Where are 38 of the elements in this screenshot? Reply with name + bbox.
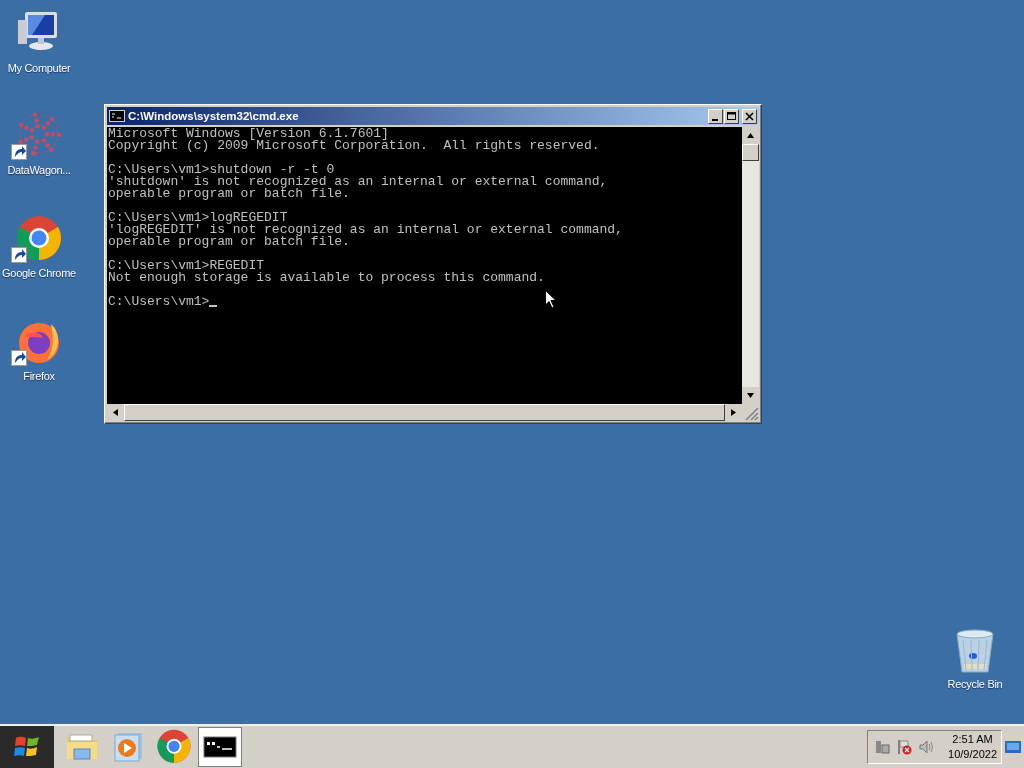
desktop-icon-label[interactable]: Firefox bbox=[23, 370, 55, 382]
clock[interactable]: 2:51 AM 10/9/2022 bbox=[948, 732, 997, 762]
desktop-icon-label[interactable]: My Computer bbox=[7, 62, 71, 74]
console-line: C:\Users\vm1> bbox=[108, 296, 210, 308]
console-line: 'logREGEDIT' is not recognized as an internal or external command, bbox=[108, 224, 623, 236]
console-line: operable program or batch file. bbox=[108, 236, 350, 248]
console-icon bbox=[109, 110, 125, 122]
chrome-icon bbox=[156, 729, 192, 765]
console-line: 'shutdown' is not recognized as an internal or external command, bbox=[108, 176, 608, 188]
vertical-scrollbar[interactable] bbox=[742, 127, 759, 404]
console-line: C:\Users\vm1>REGEDIT bbox=[108, 260, 265, 272]
console-header-text: Copyright (c) 2009 Microsoft Corporation. All rights reserved. bbox=[108, 140, 600, 152]
scroll-up-button[interactable] bbox=[742, 127, 759, 144]
scroll-down-button[interactable] bbox=[742, 387, 759, 404]
desktop-preview-icon bbox=[1005, 740, 1021, 754]
console-line: operable program or batch file. bbox=[108, 188, 350, 200]
console-line: C:\Users\vm1>logREGEDIT bbox=[108, 212, 288, 224]
scroll-left-button[interactable] bbox=[107, 404, 124, 421]
window-title: C:\Windows\system32\cmd.exe bbox=[128, 110, 300, 122]
maximize-button[interactable] bbox=[724, 108, 739, 124]
scrollbar-thumb[interactable] bbox=[742, 144, 759, 161]
mouse-pointer-icon bbox=[545, 290, 557, 309]
speaker-icon[interactable] bbox=[918, 739, 935, 755]
start-button[interactable] bbox=[0, 726, 54, 768]
minimize-button[interactable] bbox=[708, 108, 723, 124]
flag-alert-icon[interactable] bbox=[896, 739, 913, 755]
taskbar-button[interactable] bbox=[198, 727, 242, 767]
close-button[interactable] bbox=[742, 108, 757, 124]
chrome-icon[interactable] bbox=[15, 215, 63, 263]
desktop-icon-label[interactable]: DataWagon... bbox=[7, 164, 71, 176]
console-line: Not enough storage is available to process this command. bbox=[108, 272, 545, 284]
console-header-text: Microsoft Windows [Version 6.1.7601] bbox=[108, 128, 389, 140]
clock-date: 10/9/2022 bbox=[948, 747, 997, 762]
desktop-icon-label[interactable]: Google Chrome bbox=[2, 267, 76, 279]
clock-time: 2:51 AM bbox=[952, 732, 993, 747]
scroll-right-button[interactable] bbox=[725, 404, 742, 421]
desktop-icon-label[interactable]: Recycle Bin bbox=[947, 678, 1003, 690]
console-line: C:\Users\vm1>shutdown -r -t 0 bbox=[108, 164, 335, 176]
